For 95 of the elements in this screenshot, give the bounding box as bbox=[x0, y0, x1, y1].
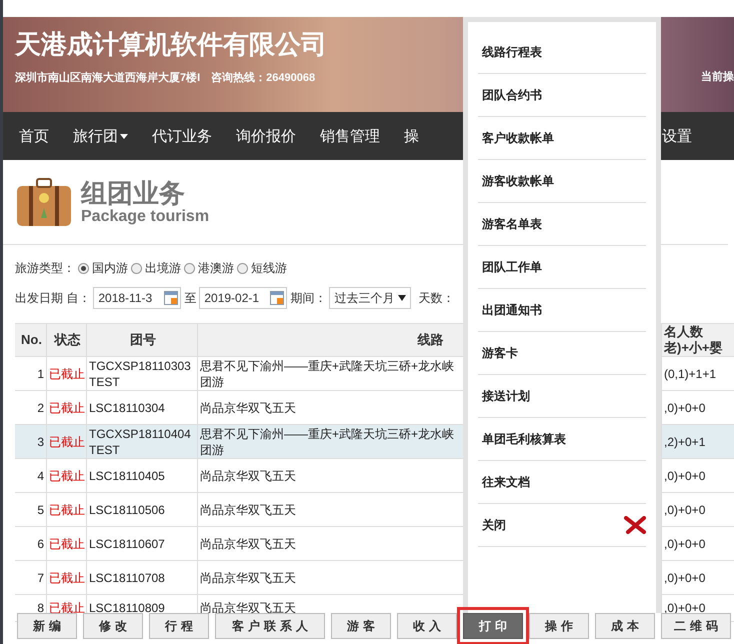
people-count: ,0)+0+0 bbox=[664, 570, 706, 586]
people-count: ,0)+0+0 bbox=[664, 468, 706, 484]
status-text: 已截止 bbox=[49, 400, 85, 416]
toolbar-button[interactable]: 收入 bbox=[397, 613, 457, 639]
menu-item[interactable]: 团队合约书 bbox=[478, 74, 646, 117]
toolbar-button[interactable]: 新编 bbox=[17, 613, 77, 639]
toolbar-button[interactable]: 修改 bbox=[83, 613, 143, 639]
menu-item[interactable]: 接送计划 bbox=[478, 375, 646, 418]
toolbar-button[interactable]: 行程 bbox=[149, 613, 209, 639]
close-icon[interactable] bbox=[624, 516, 646, 534]
status-text: 已截止 bbox=[49, 536, 85, 552]
menu-item[interactable]: 游客卡 bbox=[478, 332, 646, 375]
status-text: 已截止 bbox=[49, 468, 85, 484]
menu-item[interactable]: 游客收款帐单 bbox=[478, 160, 646, 203]
period-select[interactable]: 过去三个月 bbox=[329, 287, 412, 309]
status-text: 已截止 bbox=[49, 434, 85, 450]
row-number: 6 bbox=[37, 536, 44, 552]
filter-label: 期间： bbox=[290, 290, 326, 306]
column-header: 老)+小+婴 bbox=[664, 340, 723, 356]
column-header: 名人数 bbox=[664, 324, 704, 340]
nav-item[interactable]: 代订业务 bbox=[142, 126, 222, 146]
group-code: TGCXSP18110404TEST bbox=[89, 426, 192, 458]
route-text: 尚品京华双飞五天 bbox=[200, 600, 296, 616]
group-code: LSC18110708 bbox=[89, 570, 165, 586]
route-text: 思君不见下渝州——重庆+武隆天坑三硚+龙水峡团游 bbox=[200, 358, 456, 390]
group-code: LSC18110607 bbox=[89, 536, 165, 552]
route-text: 尚品京华双飞五天 bbox=[200, 468, 296, 484]
group-code: LSC18110809 bbox=[89, 600, 165, 616]
menu-item[interactable]: 单团毛利核算表 bbox=[478, 418, 646, 461]
route-text: 尚品京华双飞五天 bbox=[200, 536, 296, 552]
menu-item[interactable]: 客户收款帐单 bbox=[478, 117, 646, 160]
column-header: 状态 bbox=[54, 332, 80, 348]
menu-item[interactable]: 关闭 bbox=[478, 504, 646, 547]
toolbar-button[interactable]: 客户联系人 bbox=[215, 613, 325, 639]
tour-type-radio[interactable]: 港澳游 bbox=[184, 260, 234, 276]
row-number: 4 bbox=[37, 468, 44, 484]
nav-item[interactable]: 操 bbox=[394, 126, 429, 146]
group-code: LSC18110405 bbox=[89, 468, 165, 484]
row-number: 8 bbox=[37, 600, 44, 616]
calendar-icon[interactable] bbox=[164, 291, 178, 305]
date-field[interactable]: 2019-02-1 bbox=[199, 287, 288, 309]
route-text: 思君不见下渝州——重庆+武隆天坑三硚+龙水峡团游 bbox=[200, 426, 456, 458]
status-text: 已截止 bbox=[49, 570, 85, 586]
column-header: 团号 bbox=[130, 332, 156, 348]
route-text: 尚品京华双飞五天 bbox=[200, 400, 296, 416]
people-count: ,2)+0+1 bbox=[664, 434, 706, 450]
menu-item[interactable]: 往来文档 bbox=[478, 461, 646, 504]
company-name: 天港成计算机软件有限公司 bbox=[15, 28, 327, 61]
group-code: LSC18110506 bbox=[89, 502, 165, 518]
page-title: 组团业务 bbox=[81, 178, 186, 208]
calendar-icon[interactable] bbox=[270, 291, 284, 305]
toolbar-button[interactable]: 游客 bbox=[331, 613, 391, 639]
people-count: ,0)+0+0 bbox=[664, 600, 706, 616]
row-number: 7 bbox=[37, 570, 44, 586]
toolbar-button[interactable]: 二维码 bbox=[661, 613, 731, 639]
caret-icon bbox=[120, 134, 128, 138]
group-code: LSC18110304 bbox=[89, 400, 165, 416]
status-text: 已截止 bbox=[49, 502, 85, 518]
toolbar-button[interactable]: 成本 bbox=[595, 613, 655, 639]
nav-item[interactable]: 询价报价 bbox=[226, 126, 306, 146]
current-user-label: 当前操 bbox=[701, 70, 734, 84]
filter-label: 出发日期 自： bbox=[15, 290, 90, 306]
row-number: 1 bbox=[37, 366, 44, 382]
row-number: 2 bbox=[37, 400, 44, 416]
nav-item[interactable]: 旅行团 bbox=[63, 126, 138, 146]
page-subtitle: Package tourism bbox=[81, 208, 210, 226]
people-count: ,0)+0+0 bbox=[664, 400, 706, 416]
tour-type-radio[interactable]: 出境游 bbox=[131, 260, 181, 276]
company-address: 深圳市南山区南海大道西海岸大厦7楼I 咨询热线：26490068 bbox=[15, 70, 316, 85]
row-number: 3 bbox=[37, 434, 44, 450]
tour-type-radio[interactable]: 短线游 bbox=[237, 260, 287, 276]
nav-item[interactable]: 首页 bbox=[9, 126, 59, 146]
tour-type-radio[interactable]: 国内游 bbox=[78, 260, 128, 276]
column-header: 线路 bbox=[418, 332, 444, 348]
dropdown-icon bbox=[398, 295, 406, 301]
menu-item[interactable]: 游客名单表 bbox=[478, 203, 646, 246]
toolbar-button[interactable]: 操作 bbox=[529, 613, 589, 639]
filter-label: 旅游类型： bbox=[15, 260, 75, 276]
row-number: 5 bbox=[37, 502, 44, 518]
group-code: TGCXSP18110303TEST bbox=[89, 358, 192, 390]
date-field[interactable]: 2018-11-3 bbox=[93, 287, 182, 309]
route-text: 尚品京华双飞五天 bbox=[200, 502, 296, 518]
menu-item[interactable]: 出团通知书 bbox=[478, 289, 646, 332]
column-header: No. bbox=[21, 332, 42, 348]
route-text: 尚品京华双飞五天 bbox=[200, 570, 296, 586]
status-text: 已截止 bbox=[49, 366, 85, 382]
menu-item[interactable]: 团队工作单 bbox=[478, 246, 646, 289]
filter-label: 天数： bbox=[418, 290, 454, 306]
filter-label: 至 bbox=[184, 290, 196, 306]
nav-item[interactable]: 销售管理 bbox=[310, 126, 390, 146]
people-count: (0,1)+1+1 bbox=[664, 366, 716, 382]
people-count: ,0)+0+0 bbox=[664, 502, 706, 518]
menu-item[interactable]: 线路行程表 bbox=[478, 31, 646, 74]
people-count: ,0)+0+0 bbox=[664, 536, 706, 552]
suitcase-icon bbox=[15, 176, 73, 228]
